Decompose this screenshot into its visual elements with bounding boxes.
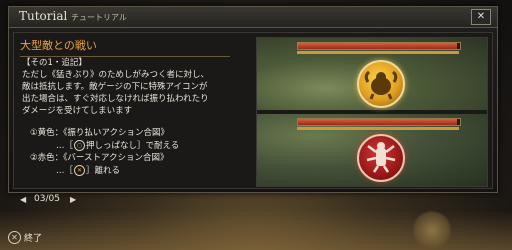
body-line: 【その1・追記】 [22, 58, 87, 68]
enemy-gauge-bottom [297, 118, 461, 126]
enemy-subgauge-top [297, 51, 459, 54]
enemy-subgauge-fill [297, 127, 459, 130]
cross-button-icon: ✕ [8, 231, 21, 244]
shake-off-icon [357, 60, 405, 108]
page-indicator: ◀ 03/05 ▶ [14, 194, 84, 208]
title-bar: Tutorial チュートリアル ✕ [9, 7, 497, 28]
yellow-action-prefix: …［ [56, 140, 74, 151]
yellow-action-suffix: 押しっぱなし］で耐える [86, 140, 180, 151]
tutorial-window: Tutorial チュートリアル ✕ 大型敵との戦い 【その1・追記】 ただし《… [8, 6, 498, 193]
yellow-hint-action: …［ ○ 押しっぱなし］で耐える [30, 139, 240, 153]
section-heading: 大型敵との戦い [20, 37, 230, 57]
enemy-gauge-fill [298, 119, 457, 125]
close-button[interactable]: ✕ [471, 9, 491, 25]
body-line: ただし《猛きぶり》のためしがみつく者に対し、 [22, 70, 210, 80]
enemy-gauge-top [297, 42, 461, 50]
exit-label: 終了 [24, 234, 43, 244]
body-line: ダメージを受けてしまいます [22, 106, 133, 116]
exit-button[interactable]: ✕ 終了 [8, 231, 42, 244]
page-count: 03/05 [34, 194, 60, 204]
body-text: 【その1・追記】 ただし《猛きぶり》のためしがみつく者に対し、 敵は抵抗します。… [22, 57, 244, 117]
cross-button-icon: ✕ [74, 164, 86, 176]
next-page-icon[interactable]: ▶ [70, 195, 76, 204]
enemy-gauge-fill [298, 43, 457, 49]
red-hint-label: ②赤色：《バーストアクション合図》 [30, 153, 169, 163]
content-panel: 大型敵との戦い 【その1・追記】 ただし《猛きぶり》のためしがみつく者に対し、 … [13, 32, 493, 189]
enemy-subgauge-fill [297, 51, 459, 54]
red-hint-action: …［ ✕ ］離れる [30, 164, 240, 178]
tutorial-image [256, 37, 488, 187]
enemy-subgauge-bottom [297, 127, 459, 130]
burst-icon [357, 134, 405, 182]
body-line: 出た場合は、すぐ対応しなければ振り払われたり [22, 94, 209, 104]
yellow-hint-label: ①黄色：《振り払いアクション合図》 [30, 128, 169, 138]
body-line: 敵は抵抗します。敵ゲージの下に特殊アイコンが [22, 82, 208, 92]
window-title: Tutorial [19, 9, 68, 23]
hint-list: ①黄色：《振り払いアクション合図》 …［ ○ 押しっぱなし］で耐える ②赤色：《バー… [30, 127, 240, 177]
prev-page-icon[interactable]: ◀ [20, 195, 26, 204]
background-emblem [412, 210, 452, 250]
circle-button-icon: ○ [74, 139, 86, 151]
window-subtitle: チュートリアル [71, 13, 127, 22]
red-action-prefix: …［ [56, 165, 74, 176]
red-action-suffix: ］離れる [86, 165, 121, 176]
